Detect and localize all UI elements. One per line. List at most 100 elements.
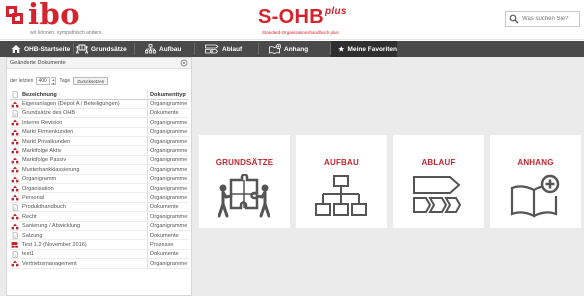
nav-divider [194, 43, 195, 55]
nav-label: Ablauf [222, 45, 243, 53]
changed-documents-panel: Geänderte Dokumente der letzten 400 ▴ ▾ T… [6, 57, 192, 296]
logo-tagline: wir können. sympathisch anders. [30, 30, 103, 36]
document-name: Vertriebsmanagement [22, 260, 77, 267]
nav-item-anhang[interactable]: Anhang [269, 41, 308, 57]
table-row[interactable]: test1 Dokumente [10, 249, 189, 260]
document-name: Personal [22, 195, 45, 201]
nav-item-ablauf[interactable]: Ablauf [205, 41, 242, 57]
product-name: S-OHB [258, 6, 324, 28]
document-name: Grundsätze des OHB [22, 110, 76, 117]
document-name: Markt Privatkunden [22, 138, 71, 145]
nav-item-startseite[interactable]: OHB-Startseite [11, 41, 70, 57]
table-row[interactable]: Markt Firmenkunden Organigramme [10, 127, 189, 138]
org-icon [11, 185, 19, 192]
table-row[interactable]: Marktfolge Passiv Organigramme [10, 155, 189, 166]
table-row[interactable]: Recht Organigramme [10, 212, 189, 222]
column-header-bezeichnung[interactable]: Bezeichnung↑ [22, 92, 148, 98]
table-header: Bezeichnung↑ Dokumenttyp [10, 90, 189, 100]
document-name: Satzung [22, 232, 43, 239]
sort-indicator: ↑ [57, 91, 61, 98]
org-icon [11, 129, 19, 136]
ibo-logo[interactable]: ibo wir können. sympathisch anders. [6, 0, 156, 37]
document-name: test1 [22, 251, 35, 258]
document-name: Eigenanlagen (Depot A / Beteiligungen) [22, 101, 120, 108]
document-name: Marktfolge Passiv [22, 157, 67, 164]
nav-item-grundsaetze[interactable]: Grundsätze [76, 41, 127, 57]
tile-label: ABLAUF [421, 158, 456, 167]
search-input[interactable] [522, 13, 578, 25]
document-type: Organigramme [150, 157, 188, 164]
table-row[interactable]: Vertriebsmanagement Organigramme [10, 259, 189, 269]
table-row[interactable]: Marktfolge Aktiv Organigramme [10, 146, 189, 156]
nav-divider [73, 43, 74, 55]
main-nav: OHB-Startseite Grundsätze Aufbau Ablauf [0, 41, 584, 57]
doc-icon [12, 203, 18, 211]
search-box[interactable] [505, 11, 580, 27]
document-type: Organigramme [150, 129, 188, 136]
doc-icon [12, 91, 18, 98]
tile-anhang[interactable]: ANHANG [490, 135, 581, 228]
panel-title: Geänderte Dokumente [10, 60, 66, 66]
table-row[interactable]: Musterbankklassierung Organigramme [10, 165, 189, 175]
document-type: Organigramme [150, 138, 188, 145]
org-icon [11, 213, 19, 220]
column-header-dokumenttyp[interactable]: Dokumenttyp [150, 92, 189, 98]
document-name: Musterbankklassierung [22, 166, 80, 173]
org-icon [11, 157, 19, 164]
table-row[interactable]: Grundsätze des OHB Dokumente [10, 108, 189, 119]
filter-prefix: der letzten [10, 78, 34, 84]
org-icon [11, 223, 19, 229]
days-input[interactable]: 400 [36, 77, 51, 85]
process-flow-icon [205, 44, 219, 54]
tile-label: AUFBAU [324, 158, 359, 167]
document-type: Dokumente [150, 204, 179, 211]
table-row[interactable]: Satzung Dokumente [10, 230, 189, 241]
table-row[interactable]: Interne Revision Organigramme [10, 118, 189, 128]
search-icon[interactable] [509, 14, 519, 24]
documents-table: Bezeichnung↑ Dokumenttyp Eigenanlagen (D… [10, 90, 189, 269]
document-type: Organigramme [150, 176, 188, 183]
nav-item-favoriten[interactable]: Meine Favoriten [331, 41, 397, 57]
tile-label: ANHANG [517, 158, 554, 167]
nav-label: Aufbau [159, 45, 182, 53]
table-row[interactable]: Test 1.2 (November 2016) Prozesse [10, 240, 189, 250]
settings-icon[interactable] [180, 59, 188, 67]
document-name: Marktfolge Aktiv [22, 148, 62, 155]
filter-suffix: Tage [59, 78, 71, 84]
document-name: Organigramm [22, 176, 57, 183]
nav-item-aufbau[interactable]: Aufbau [145, 41, 181, 57]
book-plus-icon [269, 44, 281, 54]
document-type: Organigramme [150, 185, 188, 192]
table-row[interactable]: Produkthandbuch Dokumente [10, 202, 189, 213]
table-row[interactable]: Organisation Organigramme [10, 184, 189, 194]
nav-divider [134, 43, 135, 55]
process-flow-icon [413, 176, 462, 213]
table-row[interactable]: Personal Organigramme [10, 193, 189, 203]
document-name: Interne Revision [22, 119, 63, 126]
table-row[interactable]: Eigenanlagen (Depot A / Beteiligungen) Or… [10, 99, 189, 109]
table-row[interactable]: Organigramm Organigramme [10, 174, 189, 185]
document-type: Organigramme [150, 223, 188, 230]
nav-label: Meine Favoriten [347, 45, 397, 53]
process-icon [11, 242, 19, 249]
product-suffix: plus [324, 6, 347, 17]
document-name: Markt Firmenkunden [22, 129, 74, 136]
days-spinner[interactable]: ▴ ▾ [51, 77, 57, 86]
logo-text: ibo [28, 0, 81, 31]
org-icon [11, 260, 19, 267]
table-row[interactable]: Sanierung / Abwicklung Organigramme [10, 221, 189, 231]
tile-grundsaetze[interactable]: GRUNDSÄTZE [199, 135, 290, 228]
document-type: Organigramme [150, 101, 188, 108]
tile-aufbau[interactable]: AUFBAU [296, 135, 387, 228]
document-type: Dokumente [150, 232, 179, 239]
app-header: ibo wir können. sympathisch anders. S-OH… [0, 0, 584, 40]
org-icon [11, 176, 19, 183]
product-title: S-OHBplus Standard-Organisationshandbuch… [258, 6, 378, 36]
document-type: Organigramme [150, 148, 188, 155]
tile-ablauf[interactable]: ABLAUF [393, 135, 484, 228]
nav-label: OHB-Startseite [24, 45, 71, 53]
reset-button[interactable]: Zurücksetzen [73, 77, 109, 85]
table-row[interactable]: Markt Privatkunden Organigramme [10, 137, 189, 147]
org-icon [11, 194, 19, 201]
home-icon [11, 45, 21, 53]
